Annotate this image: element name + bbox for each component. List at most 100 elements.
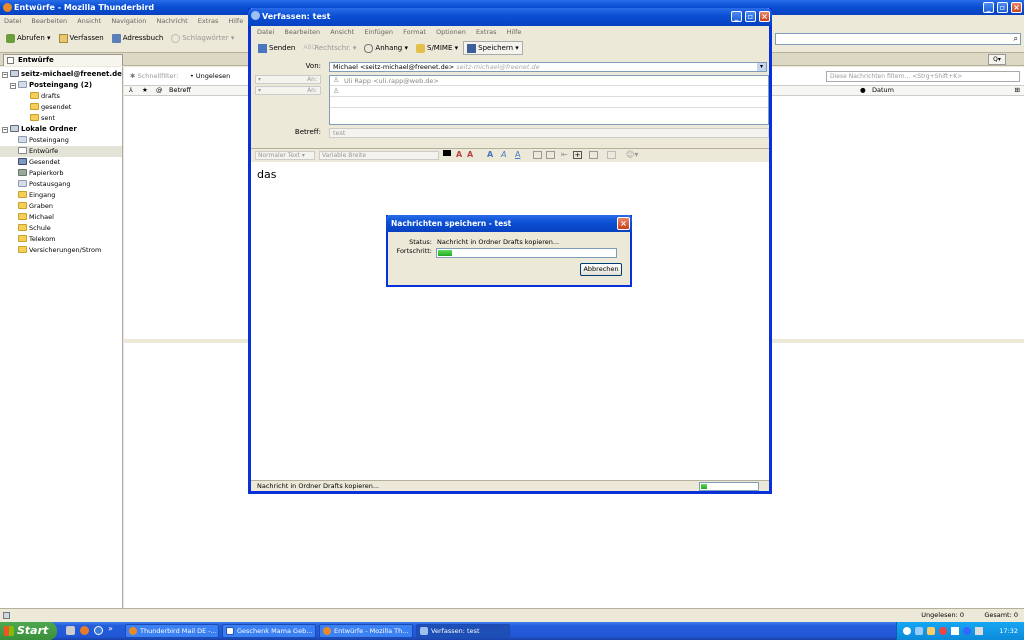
compose-menu-ansicht[interactable]: Ansicht bbox=[330, 28, 354, 36]
from-select[interactable]: Michael <seitz-michael@freenet.de> seitz… bbox=[329, 62, 767, 72]
taskbar-item-entwuerfe[interactable]: Entwürfe - Mozilla Th... bbox=[319, 624, 413, 638]
menu-hilfe[interactable]: Hilfe bbox=[228, 17, 243, 25]
column-picker-icon[interactable]: ⊞ bbox=[1015, 86, 1020, 95]
folder-item[interactable]: Eingang bbox=[0, 190, 122, 201]
twisty-icon[interactable]: − bbox=[2, 127, 8, 133]
quicklaunch-more-icon[interactable]: » bbox=[108, 624, 113, 633]
subject-input[interactable]: test bbox=[329, 128, 769, 138]
folder-item[interactable]: − Posteingang (2) bbox=[0, 80, 122, 91]
taskbar-item-compose[interactable]: Verfassen: test bbox=[416, 624, 510, 638]
menu-bearbeiten[interactable]: Bearbeiten bbox=[31, 17, 67, 25]
attachment-column-icon[interactable]: @ bbox=[156, 86, 163, 95]
cancel-button[interactable]: Abbrechen bbox=[580, 263, 622, 276]
quicklaunch-firefox-icon[interactable] bbox=[80, 626, 89, 635]
folder-item[interactable]: Entwürfe bbox=[0, 146, 122, 157]
compose-menu-optionen[interactable]: Optionen bbox=[436, 28, 466, 36]
addressbook-button[interactable]: Adressbuch bbox=[109, 31, 167, 45]
paragraph-format-select[interactable]: Normaler Text ▾ bbox=[255, 151, 315, 160]
dialog-titlebar[interactable]: Nachrichten speichern - test × bbox=[386, 215, 632, 232]
recipient-value[interactable]: Uli Rapp <uli.rapp@web.de> bbox=[344, 77, 439, 85]
folder-item[interactable]: − seitz-michael@freenet.de bbox=[0, 69, 122, 80]
tray-display-icon[interactable] bbox=[951, 627, 959, 635]
online-status-icon[interactable] bbox=[3, 612, 10, 619]
folder-item[interactable]: Papierkorb bbox=[0, 168, 122, 179]
smime-button[interactable]: S/MIME ▾ bbox=[413, 41, 461, 55]
menu-navigation[interactable]: Navigation bbox=[111, 17, 146, 25]
address-type-select-2[interactable]: ▾ An: bbox=[255, 86, 321, 95]
address-type-select-1[interactable]: ▾ An: bbox=[255, 75, 321, 84]
compose-close-button[interactable]: × bbox=[759, 11, 770, 22]
read-column-icon[interactable]: ● bbox=[860, 86, 866, 95]
send-button[interactable]: Senden bbox=[255, 41, 298, 55]
recipient-row-blank[interactable] bbox=[330, 98, 768, 108]
folder-item[interactable]: Michael bbox=[0, 212, 122, 223]
numbered-list-icon[interactable] bbox=[546, 151, 555, 159]
maximize-button[interactable]: ▫ bbox=[997, 2, 1008, 13]
taskbar-item-thunderbird[interactable]: Thunderbird Mail DE -... bbox=[125, 624, 219, 638]
twisty-icon[interactable]: − bbox=[10, 83, 16, 89]
text-color-icon[interactable] bbox=[443, 150, 451, 156]
bold-icon[interactable]: A bbox=[487, 150, 493, 159]
body-text[interactable]: das bbox=[257, 168, 276, 181]
smiley-icon[interactable]: ☺▾ bbox=[626, 150, 638, 159]
compose-maximize-button[interactable]: ▫ bbox=[745, 11, 756, 22]
quicklaunch-ie-icon[interactable] bbox=[94, 626, 103, 635]
font-select[interactable]: Variable Breite bbox=[319, 151, 439, 160]
clock[interactable]: 17:32 bbox=[999, 627, 1018, 635]
search-menu-button[interactable]: Q▾ bbox=[988, 54, 1006, 65]
compose-minimize-button[interactable]: _ bbox=[731, 11, 742, 22]
date-column[interactable]: Datum bbox=[872, 86, 894, 95]
compose-menu-format[interactable]: Format bbox=[403, 28, 426, 36]
subject-column[interactable]: Betreff bbox=[169, 86, 191, 95]
twisty-icon[interactable]: − bbox=[2, 72, 8, 78]
menu-ansicht[interactable]: Ansicht bbox=[77, 17, 101, 25]
unread-filter-button[interactable]: • Ungelesen bbox=[190, 72, 230, 80]
font-size-down-icon[interactable]: A bbox=[456, 150, 462, 159]
get-mail-button[interactable]: Abrufen ▾ bbox=[3, 31, 54, 45]
compose-menu-hilfe[interactable]: Hilfe bbox=[507, 28, 522, 36]
folder-item[interactable]: Gesendet bbox=[0, 157, 122, 168]
folder-item[interactable]: Versicherungen/Strom bbox=[0, 245, 122, 256]
filter-messages-input[interactable]: Diese Nachrichten filtern... <Strg+Shift… bbox=[826, 71, 1020, 82]
tags-button[interactable]: Schlagwörter ▾ bbox=[168, 31, 237, 45]
spellcheck-button[interactable]: ABC Rechtschr. ▾ bbox=[300, 41, 359, 55]
compose-menu-bearbeiten[interactable]: Bearbeiten bbox=[284, 28, 320, 36]
folder-item[interactable]: sent bbox=[0, 113, 122, 124]
start-button[interactable]: Start bbox=[0, 622, 57, 640]
underline-icon[interactable]: A bbox=[515, 150, 520, 159]
close-button[interactable]: × bbox=[1011, 2, 1022, 13]
tray-network-icon[interactable] bbox=[903, 627, 911, 635]
tray-volume-icon[interactable] bbox=[915, 627, 923, 635]
folder-item[interactable]: gesendet bbox=[0, 102, 122, 113]
attach-button[interactable]: Anhang ▾ bbox=[361, 41, 411, 55]
thread-column-icon[interactable]: ⅄ bbox=[129, 86, 133, 95]
align-icon[interactable] bbox=[589, 151, 598, 159]
recipient-row[interactable]: ♙ Uli Rapp <uli.rapp@web.de> bbox=[330, 76, 768, 86]
tray-alert-icon[interactable] bbox=[939, 627, 947, 635]
menu-extras[interactable]: Extras bbox=[198, 17, 219, 25]
menu-datei[interactable]: Datei bbox=[4, 17, 21, 25]
tab-entwuerfe[interactable]: Entwürfe bbox=[3, 54, 123, 66]
folder-item[interactable]: Telekom bbox=[0, 234, 122, 245]
folder-item[interactable]: drafts bbox=[0, 91, 122, 102]
dialog-close-button[interactable]: × bbox=[617, 217, 630, 230]
compose-menu-datei[interactable]: Datei bbox=[257, 28, 274, 36]
font-size-up-icon[interactable]: A bbox=[467, 150, 473, 159]
compose-menu-einfuegen[interactable]: Einfügen bbox=[364, 28, 393, 36]
indent-icon[interactable]: + bbox=[573, 151, 582, 159]
message-body[interactable]: das bbox=[251, 162, 769, 480]
bullet-list-icon[interactable] bbox=[533, 151, 542, 159]
compose-titlebar[interactable]: Verfassen: test _ ▫ × bbox=[248, 8, 772, 26]
italic-icon[interactable]: A bbox=[501, 150, 506, 159]
minimize-button[interactable]: _ bbox=[983, 2, 994, 13]
tray-bluetooth-icon[interactable] bbox=[963, 627, 971, 635]
chevron-down-icon[interactable]: ▾ bbox=[757, 63, 766, 71]
folder-item[interactable]: Postausgang bbox=[0, 179, 122, 190]
folder-item[interactable]: Schule bbox=[0, 223, 122, 234]
outdent-icon[interactable]: ⇤ bbox=[561, 150, 568, 159]
folder-item[interactable]: Posteingang bbox=[0, 135, 122, 146]
quicklaunch-desktop-icon[interactable] bbox=[66, 626, 75, 635]
insert-icon[interactable] bbox=[607, 151, 616, 159]
folder-item[interactable]: Graben bbox=[0, 201, 122, 212]
save-button[interactable]: Speichern ▾ bbox=[463, 41, 523, 55]
